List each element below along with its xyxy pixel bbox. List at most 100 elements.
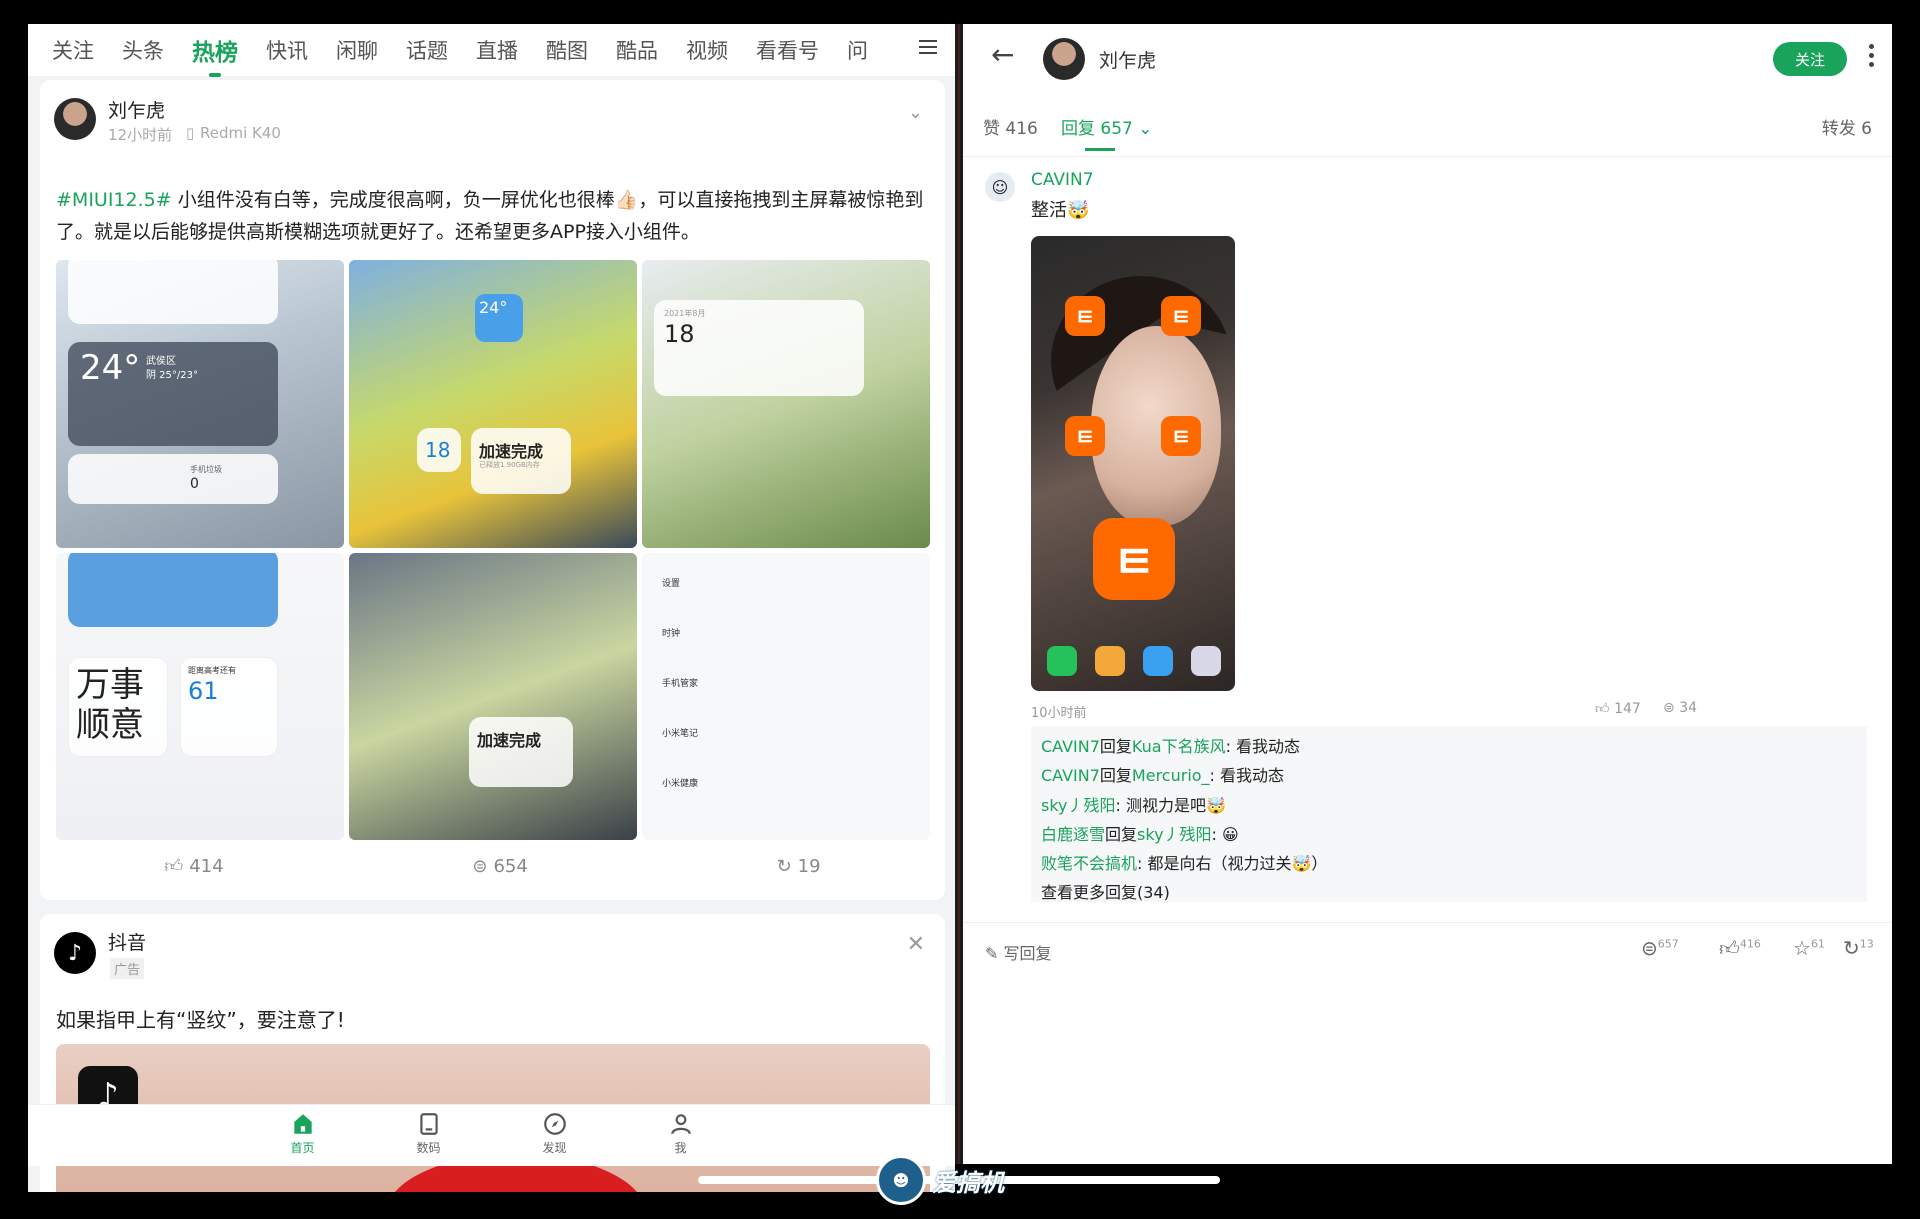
detail-header: ← 刘乍虎 关注: [963, 24, 1892, 84]
nav-digital[interactable]: 数码: [401, 1111, 457, 1166]
gallery-icon: [1095, 646, 1125, 676]
reply-target[interactable]: sky丿残阳: [1137, 825, 1212, 844]
compass-icon: [543, 1113, 566, 1135]
health-item: 小米健康: [662, 778, 699, 789]
chevron-down-icon: ⌄: [1138, 119, 1153, 139]
mi-app-large-icon: ㅌ: [1093, 518, 1175, 600]
chevron-down-icon[interactable]: ⌄: [908, 102, 923, 123]
thumb-6[interactable]: 设置 时钟 手机管家 小米笔记 小米健康: [642, 552, 930, 840]
tab-likes[interactable]: 赞 416: [983, 114, 1038, 139]
reply-user[interactable]: sky丿残阳: [1041, 796, 1116, 815]
likes-total: 416: [1739, 937, 1761, 951]
ad-author[interactable]: 抖音: [108, 928, 146, 955]
post-card[interactable]: 刘乍虎 12小时前 ▯ Redmi K40 ⌄ #MIUI12.5# 小组件没有…: [40, 80, 945, 900]
author-avatar[interactable]: [1043, 38, 1085, 80]
commenter-avatar[interactable]: ☺: [985, 172, 1015, 202]
boost-sub: 已释放1.90GB内存: [479, 461, 540, 469]
device-frame: 关注 头条 热榜 快讯 闲聊 话题 直播 酷图 酷品 视频 看看号 问 刘乍虎 …: [28, 24, 1892, 1192]
reply-text: : 都是向右（视力过关🤯）: [1137, 854, 1328, 874]
star-button[interactable]: ☆61: [1793, 936, 1825, 960]
reply-item[interactable]: sky丿残阳: 测视力是吧🤯: [1041, 791, 1857, 820]
back-arrow-icon[interactable]: ←: [991, 38, 1014, 71]
share-icon: ↻: [1843, 936, 1860, 960]
reply-user[interactable]: 白鹿逐雪: [1041, 825, 1105, 844]
split-divider[interactable]: [955, 24, 963, 1164]
author-name[interactable]: 刘乍虎: [108, 96, 165, 123]
tab-headline[interactable]: 头条: [122, 35, 164, 65]
reply-item[interactable]: 败笔不会搞机: 都是向右（视力过关🤯）: [1041, 849, 1857, 878]
close-icon[interactable]: ✕: [907, 932, 925, 957]
reply-user[interactable]: 败笔不会搞机: [1041, 854, 1137, 873]
comment-text: 整活🤯: [1031, 200, 1090, 221]
more-vertical-icon[interactable]: [1869, 44, 1875, 71]
nav-discover[interactable]: 发现: [527, 1111, 583, 1166]
more-replies-link[interactable]: 查看更多回复(34): [1041, 878, 1857, 907]
thumb-1[interactable]: 24° 武侯区 阴 25°/23° 手机垃圾 0: [56, 260, 344, 548]
reply-user[interactable]: CAVIN7: [1041, 766, 1100, 785]
tab-pictures[interactable]: 酷图: [546, 35, 588, 65]
reply-user[interactable]: CAVIN7: [1041, 737, 1100, 756]
share-button[interactable]: ↻ 19: [777, 856, 821, 877]
comment-like-button[interactable]: 👍︎ 147: [1595, 700, 1641, 717]
comments-button[interactable]: ⊜657: [1641, 936, 1679, 960]
thumb-2[interactable]: 24° 加速完成 已释放1.90GB内存 18: [349, 260, 637, 548]
likes-button[interactable]: 👍︎416: [1719, 936, 1761, 961]
reply-item[interactable]: CAVIN7回复Mercurio_: 看我动态: [1041, 761, 1857, 790]
trash-label: 手机垃圾: [190, 465, 222, 474]
watermark-text: 爱搞机: [932, 1168, 1004, 1197]
reply-target[interactable]: Mercurio_: [1132, 766, 1210, 785]
thumb-4[interactable]: 万事顺意 距离高考还有 61: [56, 552, 344, 840]
tiktok-logo-icon[interactable]: ♪: [54, 932, 96, 974]
weather-desc: 阴 25°/23°: [146, 370, 198, 381]
thumb-5[interactable]: 加速完成: [349, 552, 637, 840]
tab-kankan[interactable]: 看看号: [756, 35, 819, 65]
reply-target[interactable]: Kua下名族风: [1132, 737, 1226, 756]
share-icon: ↻: [776, 855, 792, 877]
like-button[interactable]: 👍︎ 414: [164, 855, 223, 878]
tab-forwards[interactable]: 转发 6: [1822, 114, 1872, 139]
thumbs-up-icon: 👍︎: [1595, 701, 1610, 717]
tab-live[interactable]: 直播: [476, 35, 518, 65]
tab-video[interactable]: 视频: [686, 35, 728, 65]
stars-total: 61: [1810, 937, 1825, 951]
reply-item[interactable]: 白鹿逐雪回复sky丿残阳: 😀: [1041, 820, 1857, 849]
comment-reply-button[interactable]: ⊜ 34: [1663, 700, 1697, 716]
tab-topic[interactable]: 话题: [406, 35, 448, 65]
divider: [963, 156, 1892, 157]
comment-button[interactable]: ⊜ 654: [472, 856, 527, 877]
nav-home[interactable]: 首页: [275, 1111, 331, 1166]
author-avatar[interactable]: [54, 98, 96, 140]
tab-hot[interactable]: 热榜: [192, 33, 238, 77]
tab-ask[interactable]: 问: [847, 35, 868, 65]
tab-products[interactable]: 酷品: [616, 35, 658, 65]
post-tag[interactable]: #MIUI12.5#: [56, 189, 172, 211]
detail-tabs: 赞 416 回复 657 ⌄ 转发 6: [963, 114, 1892, 154]
weather-widget: 24°: [475, 294, 523, 342]
feed-pane: 关注 头条 热榜 快讯 闲聊 话题 直播 酷图 酷品 视频 看看号 问 刘乍虎 …: [28, 24, 955, 1192]
commenter-name[interactable]: CAVIN7: [1031, 170, 1094, 190]
settings-list: 设置 时钟 手机管家 小米笔记 小米健康: [662, 559, 698, 809]
star-icon: ☆: [1793, 936, 1811, 960]
trash-value: 0: [190, 476, 199, 492]
nav-me[interactable]: 我: [653, 1111, 709, 1166]
tab-news[interactable]: 快讯: [266, 35, 308, 65]
reply-list: CAVIN7回复Kua下名族风: 看我动态 CAVIN7回复Mercurio_:…: [1031, 726, 1867, 902]
thumb-3[interactable]: 2021年8月 18: [642, 260, 930, 548]
author-name[interactable]: 刘乍虎: [1099, 46, 1156, 73]
clock-item: 时钟: [662, 628, 681, 639]
comment-reply-count: 34: [1679, 700, 1698, 716]
follow-button[interactable]: 关注: [1773, 42, 1847, 76]
tab-chat[interactable]: 闲聊: [336, 35, 378, 65]
post-text: #MIUI12.5# 小组件没有白等，完成度很高啊，负一屏优化也很棒👍🏻，可以直…: [56, 184, 926, 248]
tab-follow[interactable]: 关注: [52, 35, 94, 65]
post-device: Redmi K40: [200, 124, 281, 142]
mi-app-icon: ㅌ: [1065, 416, 1105, 456]
share-button[interactable]: ↻13: [1843, 936, 1874, 960]
reply-item[interactable]: CAVIN7回复Kua下名族风: 看我动态: [1041, 732, 1857, 761]
comment-image[interactable]: ㅌ ㅌ ㅌ ㅌ ㅌ: [1031, 236, 1235, 691]
write-reply-input[interactable]: ✎ 写回复: [985, 940, 1052, 964]
weather-temp: 24°: [80, 348, 141, 388]
comment-like-count: 147: [1614, 701, 1641, 717]
tab-menu-icon[interactable]: [919, 36, 937, 58]
tab-replies[interactable]: 回复 657 ⌄: [1061, 114, 1153, 151]
